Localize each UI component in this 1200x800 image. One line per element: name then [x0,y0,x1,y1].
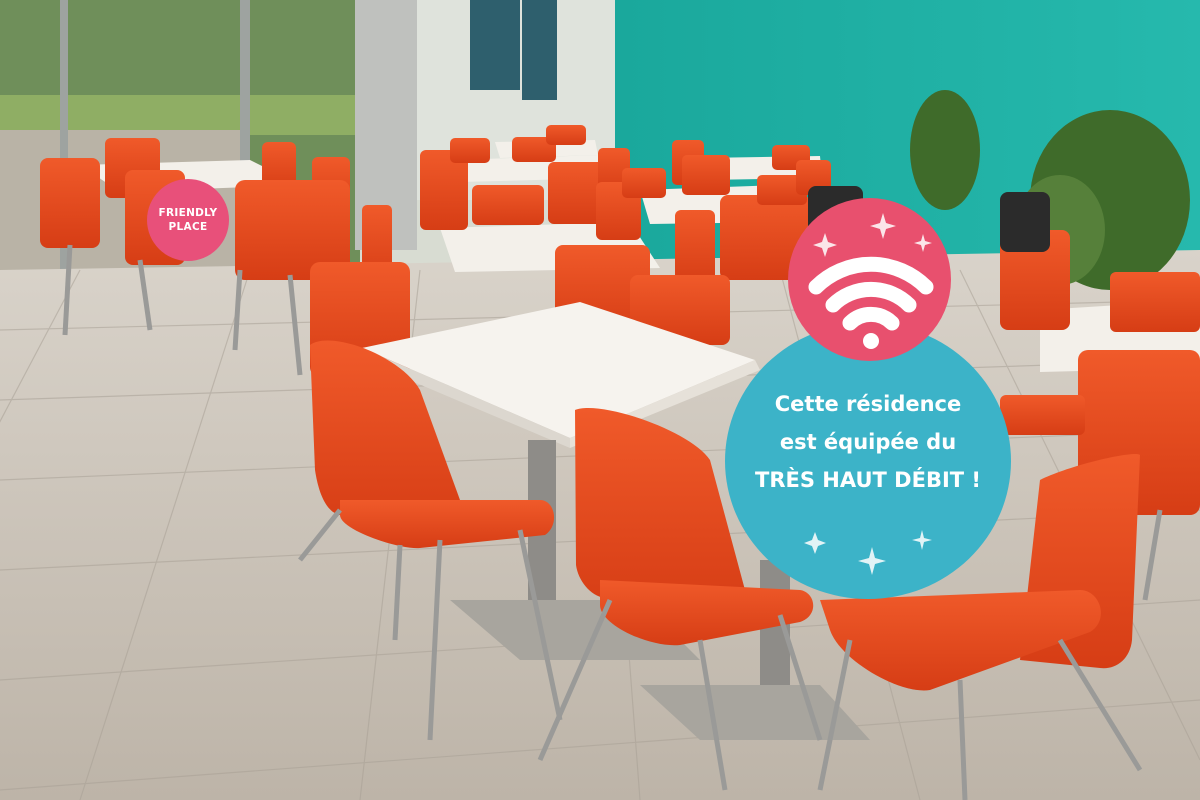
message-line-1: Cette résidence [774,392,962,416]
badge-line-1: FRIENDLY [158,207,218,219]
message-line-2: est équipée du [779,430,957,454]
restaurant-photo: FRIENDLY PLACE Cette résidence est équip… [0,0,1200,800]
dining-room-scene [0,0,1200,800]
badge-line-2: PLACE [168,221,208,233]
wifi-message: Cette résidence est équipée du TRÈS HAUT… [725,385,1011,499]
message-line-3: TRÈS HAUT DÉBIT ! [755,468,981,492]
wifi-icon-circle [788,198,951,361]
friendly-place-badge: FRIENDLY PLACE [147,179,229,261]
